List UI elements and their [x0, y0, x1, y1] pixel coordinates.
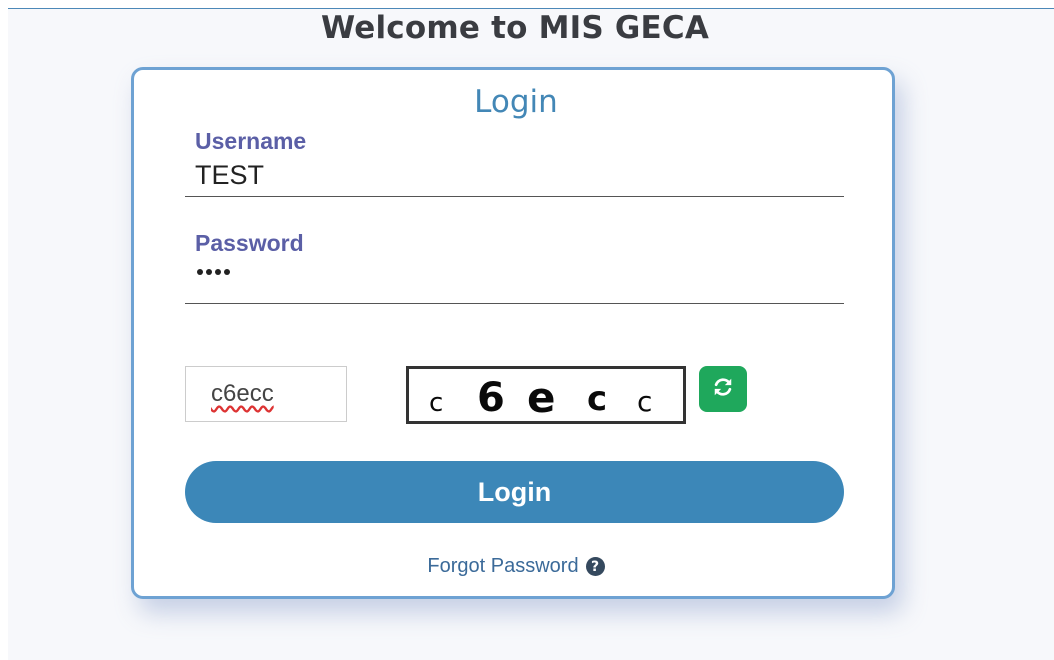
captcha-input[interactable]: c6ecc — [185, 366, 347, 422]
captcha-char: e — [527, 373, 556, 422]
password-input[interactable] — [197, 269, 230, 275]
page: Welcome to MIS GECA Login Username Passw… — [0, 0, 1054, 660]
top-divider — [8, 8, 1054, 9]
password-dot — [206, 269, 212, 275]
login-card: Login Username Password c6ecc c 6 e c c — [131, 67, 895, 599]
login-button[interactable]: Login — [185, 461, 844, 523]
captcha-char: c — [637, 385, 653, 418]
page-title: Welcome to MIS GECA — [320, 10, 710, 46]
refresh-icon — [712, 376, 734, 403]
forgot-password-label: Forgot Password — [427, 555, 579, 577]
username-label: Username — [195, 128, 307, 154]
question-circle-icon: ? — [585, 557, 605, 576]
username-underline — [185, 196, 844, 197]
forgot-password-row: Forgot Password ? — [134, 555, 898, 578]
password-underline — [185, 303, 844, 304]
forgot-password-link[interactable]: Forgot Password ? — [427, 555, 605, 578]
password-dot — [197, 269, 203, 275]
captcha-input-value: c6ecc — [211, 380, 274, 407]
password-dot — [215, 269, 221, 275]
password-label: Password — [195, 230, 304, 256]
captcha-char: 6 — [477, 375, 505, 421]
captcha-refresh-button[interactable] — [699, 366, 747, 412]
captcha-char: c — [429, 388, 444, 418]
password-dot — [224, 269, 230, 275]
login-card-title: Login — [474, 84, 558, 120]
username-input[interactable] — [195, 158, 835, 192]
captcha-image: c 6 e c c — [406, 366, 686, 424]
captcha-char: c — [587, 379, 608, 419]
